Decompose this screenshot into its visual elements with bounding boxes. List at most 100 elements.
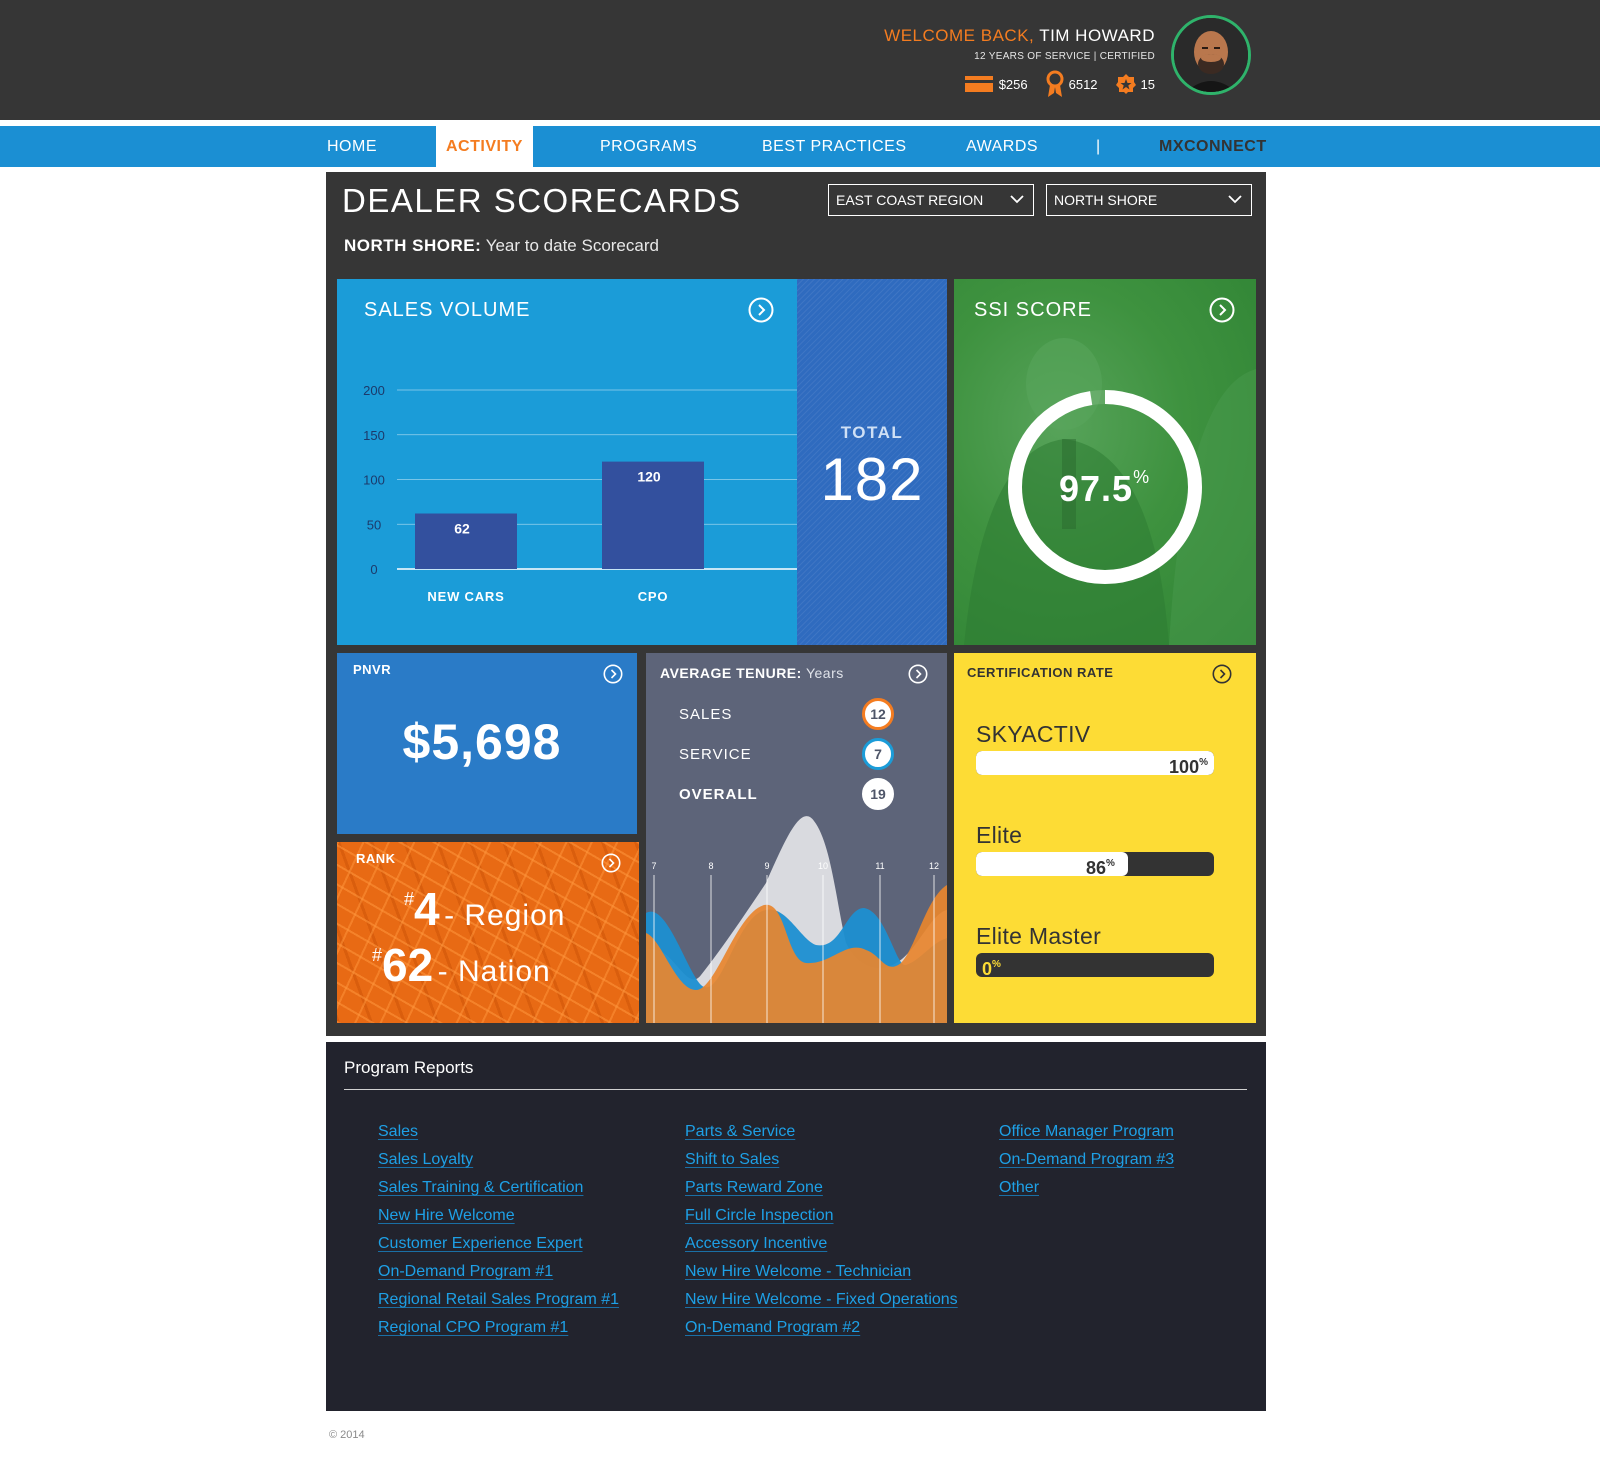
nav-divider: |: [1096, 138, 1101, 155]
nation-rank: #62 - Nation: [372, 938, 551, 992]
avatar[interactable]: [1171, 15, 1251, 95]
cert-elite-bar: 86%: [976, 852, 1214, 876]
sales-volume-tile[interactable]: SALES VOLUME 200 150 100 50 0 62 NEW CARS 120 CP…: [337, 279, 797, 645]
tenure-x-tick-label: 8: [708, 861, 713, 871]
reports-column-2: Parts & Service Shift to Sales Parts Rewar…: [685, 1118, 958, 1342]
program-reports-title: Program Reports: [344, 1058, 474, 1077]
tenure-x-tick-label: 9: [764, 861, 769, 871]
arrow-right-circle-icon[interactable]: [603, 664, 623, 684]
cert-elite-master-value: 0%: [982, 959, 1001, 977]
pnvr-title: PNVR: [353, 662, 392, 677]
report-link[interactable]: On-Demand Program #2: [685, 1314, 958, 1342]
report-link[interactable]: New Hire Welcome - Technician: [685, 1258, 958, 1286]
star-badge-icon: [1115, 74, 1136, 94]
reports-column-3: Office Manager Program On-Demand Program …: [999, 1118, 1174, 1202]
ssi-value: 97.5: [1059, 468, 1134, 509]
nav-mxconnect[interactable]: MXCONNECT: [1159, 126, 1267, 167]
report-link[interactable]: Sales Loyalty: [378, 1146, 619, 1174]
report-link[interactable]: On-Demand Program #3: [999, 1146, 1174, 1174]
report-link[interactable]: Office Manager Program: [999, 1118, 1174, 1146]
nav-home[interactable]: HOME: [327, 126, 377, 167]
ssi-value-block: 97.5%: [1059, 467, 1149, 510]
pnvr-tile[interactable]: PNVR $5,698: [337, 653, 637, 834]
average-tenure-tile[interactable]: AVERAGE TENURE: Years SALES 12 SERVICE 7…: [646, 653, 947, 1023]
tenure-x-tick-label: 12: [929, 861, 939, 871]
region-select-value: EAST COAST REGION: [836, 192, 984, 208]
sales-total-tile: TOTAL 182: [797, 279, 947, 645]
region-select[interactable]: EAST COAST REGION: [828, 184, 1034, 216]
arrow-right-circle-icon[interactable]: [1212, 664, 1232, 684]
cert-elite-label: Elite: [976, 822, 1023, 848]
ssi-score-tile[interactable]: SSI SCORE 97.5%: [954, 279, 1256, 645]
credit-card-icon: [964, 76, 993, 92]
report-link[interactable]: Regional Retail Sales Program #1: [378, 1286, 619, 1314]
nation-rank-label: - Nation: [437, 955, 551, 988]
cert-skyactiv-value: 100%: [1169, 757, 1208, 775]
tenure-area-chart: 7 8 9 10 11 12: [646, 816, 947, 1023]
sales-bar-chart: 200 150 100 50 0 62 NEW CARS 120 CPO: [363, 383, 797, 604]
nav-activity[interactable]: ACTIVITY: [436, 126, 533, 167]
tenure-x-tick-label: 7: [651, 861, 656, 871]
chevron-down-icon: [1010, 195, 1024, 204]
report-link[interactable]: Accessory Incentive: [685, 1230, 958, 1258]
report-link[interactable]: Other: [999, 1174, 1174, 1202]
copyright: © 2014: [329, 1429, 365, 1441]
badges-stat[interactable]: 15: [1115, 74, 1155, 94]
y-tick-label: 100: [363, 473, 385, 488]
nation-rank-number: 62: [382, 939, 434, 991]
report-link[interactable]: Sales Training & Certification: [378, 1174, 619, 1202]
rank-title: RANK: [356, 851, 396, 866]
y-tick-label: 150: [363, 428, 385, 443]
report-link[interactable]: Regional CPO Program #1: [378, 1314, 619, 1342]
rank-tile[interactable]: RANK #4 - Region #62 - Nation: [337, 842, 639, 1023]
report-link[interactable]: Full Circle Inspection: [685, 1202, 958, 1230]
report-link[interactable]: Parts Reward Zone: [685, 1174, 958, 1202]
pnvr-value: $5,698: [402, 714, 562, 770]
cert-title: CERTIFICATION RATE: [967, 665, 1114, 680]
cert-skyactiv-bar: 100%: [976, 751, 1214, 775]
x-tick-label: CPO: [638, 589, 669, 604]
divider: [344, 1089, 1247, 1090]
cert-elite-master-label: Elite Master: [976, 923, 1102, 949]
report-link[interactable]: On-Demand Program #1: [378, 1258, 619, 1286]
dealer-name: NORTH SHORE:: [344, 236, 482, 255]
report-link[interactable]: Parts & Service: [685, 1118, 958, 1146]
report-link[interactable]: New Hire Welcome - Fixed Operations: [685, 1286, 958, 1314]
region-rank: #4 - Region: [404, 882, 565, 936]
dealer-select[interactable]: NORTH SHORE: [1046, 184, 1252, 216]
user-photo: [1174, 18, 1248, 92]
y-tick-label: 50: [367, 517, 381, 532]
nav-best-practices[interactable]: BEST PRACTICES: [762, 126, 907, 167]
y-tick-label: 0: [370, 562, 377, 577]
dealer-scorecard: DEALER SCORECARDS NORTH SHORE: Year to d…: [326, 172, 1266, 1036]
main-nav: HOME ACTIVITY PROGRAMS BEST PRACTICES AW…: [0, 126, 1600, 167]
nation-hash: #: [372, 945, 383, 965]
region-rank-number: 4: [414, 883, 440, 935]
badges-value: 15: [1140, 76, 1155, 92]
arrow-right-circle-icon[interactable]: [601, 853, 621, 873]
ssi-gauge-ring: [1008, 390, 1202, 584]
money-stat[interactable]: $256: [964, 75, 1028, 93]
scorecard-subtitle: NORTH SHORE: Year to date Scorecard: [344, 236, 659, 256]
points-stat[interactable]: 6512: [1046, 70, 1098, 98]
certification-rate-tile[interactable]: CERTIFICATION RATE SKYACTIV 100% Elite 8…: [954, 653, 1256, 1023]
report-link[interactable]: Customer Experience Expert: [378, 1230, 619, 1258]
report-link[interactable]: Sales: [378, 1118, 619, 1146]
report-link[interactable]: Shift to Sales: [685, 1146, 958, 1174]
bar-data-label: 120: [637, 469, 661, 485]
chevron-down-icon: [1228, 195, 1242, 204]
y-tick-label: 200: [363, 383, 385, 398]
x-tick-label: NEW CARS: [427, 589, 504, 604]
scorecard-period: Year to date Scorecard: [481, 236, 659, 255]
dealer-select-value: NORTH SHORE: [1054, 192, 1158, 208]
cert-skyactiv-label: SKYACTIV: [976, 721, 1091, 747]
nav-awards[interactable]: AWARDS: [966, 126, 1038, 167]
page-title: DEALER SCORECARDS: [342, 182, 742, 219]
program-reports: Program Reports Sales Sales Loyalty Sales …: [326, 1042, 1266, 1411]
welcome-block: WELCOME BACK, TIM HOWARD 12 YEARS OF SER…: [884, 26, 1155, 62]
total-label: TOTAL: [840, 423, 904, 442]
report-link[interactable]: New Hire Welcome: [378, 1202, 619, 1230]
region-rank-label: - Region: [444, 899, 566, 932]
nav-programs[interactable]: PROGRAMS: [600, 126, 697, 167]
total-value: 182: [820, 446, 924, 513]
